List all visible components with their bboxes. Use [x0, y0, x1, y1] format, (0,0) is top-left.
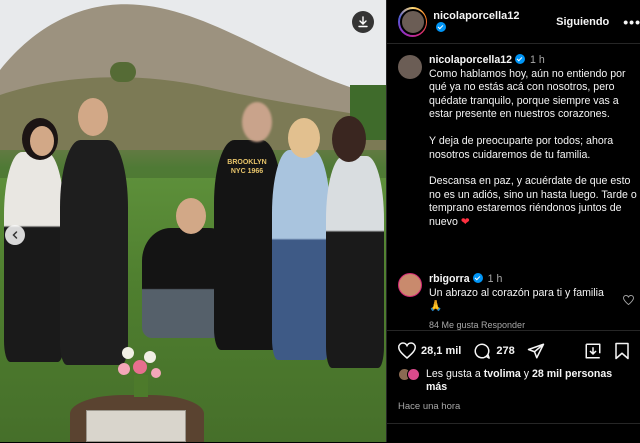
post-header: nicolaporcella12 Siguiendo •••	[387, 0, 640, 44]
comment-header: rbigorra 1 h	[429, 273, 609, 287]
liked-by-prefix: Les gusta a	[426, 368, 481, 380]
following-button[interactable]: Siguiendo	[556, 16, 609, 28]
comment-avatar[interactable]	[398, 273, 422, 297]
person-face	[176, 198, 206, 234]
flower-bouquet	[118, 347, 161, 397]
comment-button[interactable]: 278	[473, 342, 515, 360]
post-side-panel: nicolaporcella12 Siguiendo ••• nicolapor…	[386, 0, 640, 442]
person-face-blurred	[242, 102, 272, 142]
person-face	[30, 126, 54, 156]
liked-by-joiner: y	[523, 368, 530, 380]
caption-text: Como hablamos hoy, aún no entiendo por q…	[429, 68, 638, 230]
caption-avatar[interactable]	[398, 55, 422, 79]
share-icon	[527, 343, 544, 358]
action-bar-right	[584, 342, 640, 360]
verified-icon	[515, 54, 526, 64]
person-face	[332, 116, 366, 162]
caption-paragraph: Y deja de preocuparte por todos; ahora n…	[429, 134, 614, 161]
heart-icon	[398, 342, 416, 359]
add-comment-bar[interactable]	[387, 423, 640, 443]
repost-icon[interactable]	[584, 342, 602, 360]
author-username[interactable]: nicolaporcella12	[433, 10, 530, 34]
person-face	[78, 98, 108, 136]
post-timestamp[interactable]: Hace una hora	[398, 401, 460, 412]
previous-photo-button[interactable]	[5, 225, 25, 245]
person-blonde-woman	[272, 150, 330, 360]
post-caption: nicolaporcella12 1 h Como hablamos hoy, a…	[398, 54, 638, 230]
comments-count[interactable]: 278	[496, 345, 514, 357]
comment-item: rbigorra 1 h Un abrazo al corazón para ti…	[398, 273, 638, 332]
chevron-left-icon	[12, 231, 18, 239]
author-avatar[interactable]	[398, 6, 428, 37]
author-username-text[interactable]: nicolaporcella12	[433, 10, 519, 22]
liked-by: Les gusta a tvolima y 28 mil personas má…	[398, 368, 634, 394]
share-button[interactable]	[527, 342, 550, 360]
person-face	[288, 118, 320, 158]
post-photo[interactable]: BROOKLYN NYC 1966	[0, 0, 386, 442]
comment-username[interactable]: rbigorra	[429, 273, 470, 285]
verified-icon	[436, 21, 447, 32]
liked-by-text: Les gusta a tvolima y 28 mil personas má…	[426, 368, 634, 394]
comment-icon	[474, 343, 491, 359]
caption-time: 1 h	[530, 54, 545, 66]
caption-header: nicolaporcella12 1 h	[429, 54, 638, 68]
download-button[interactable]	[352, 11, 374, 33]
caption-username[interactable]: nicolaporcella12	[429, 54, 512, 66]
like-button[interactable]: 28,1 mil	[398, 342, 461, 359]
liker-avatar	[407, 368, 420, 381]
person-young-woman	[326, 156, 384, 368]
action-bar: 28,1 mil 278	[387, 330, 640, 370]
verified-icon	[472, 273, 483, 283]
avatar-image	[399, 8, 426, 35]
likes-count[interactable]: 28,1 mil	[421, 345, 461, 357]
caption-paragraph: Descansa en paz, y acuérdate de que esto…	[429, 175, 638, 229]
person-older-man	[60, 140, 128, 365]
comment-heart-icon[interactable]	[623, 295, 634, 305]
comment-text: Un abrazo al corazón para ti y familia 🙏	[429, 286, 604, 313]
hill-background	[0, 0, 386, 150]
comment-time: 1 h	[487, 273, 503, 285]
caption-paragraph: Como hablamos hoy, aún no entiendo por q…	[429, 67, 626, 121]
bookmark-icon[interactable]	[614, 342, 630, 360]
liked-by-avatars	[398, 368, 422, 381]
heart-emoji: ❤	[460, 215, 470, 228]
more-options-button[interactable]: •••	[623, 14, 640, 30]
liked-by-user[interactable]: tvolima	[484, 368, 521, 380]
instagram-post: BROOKLYN NYC 1966 nicolaporcella12 Sigui…	[0, 0, 640, 442]
person-woman-left	[4, 152, 64, 362]
grave-plaque	[86, 410, 186, 442]
shirt-print: BROOKLYN NYC 1966	[227, 159, 267, 175]
download-icon	[358, 16, 368, 28]
